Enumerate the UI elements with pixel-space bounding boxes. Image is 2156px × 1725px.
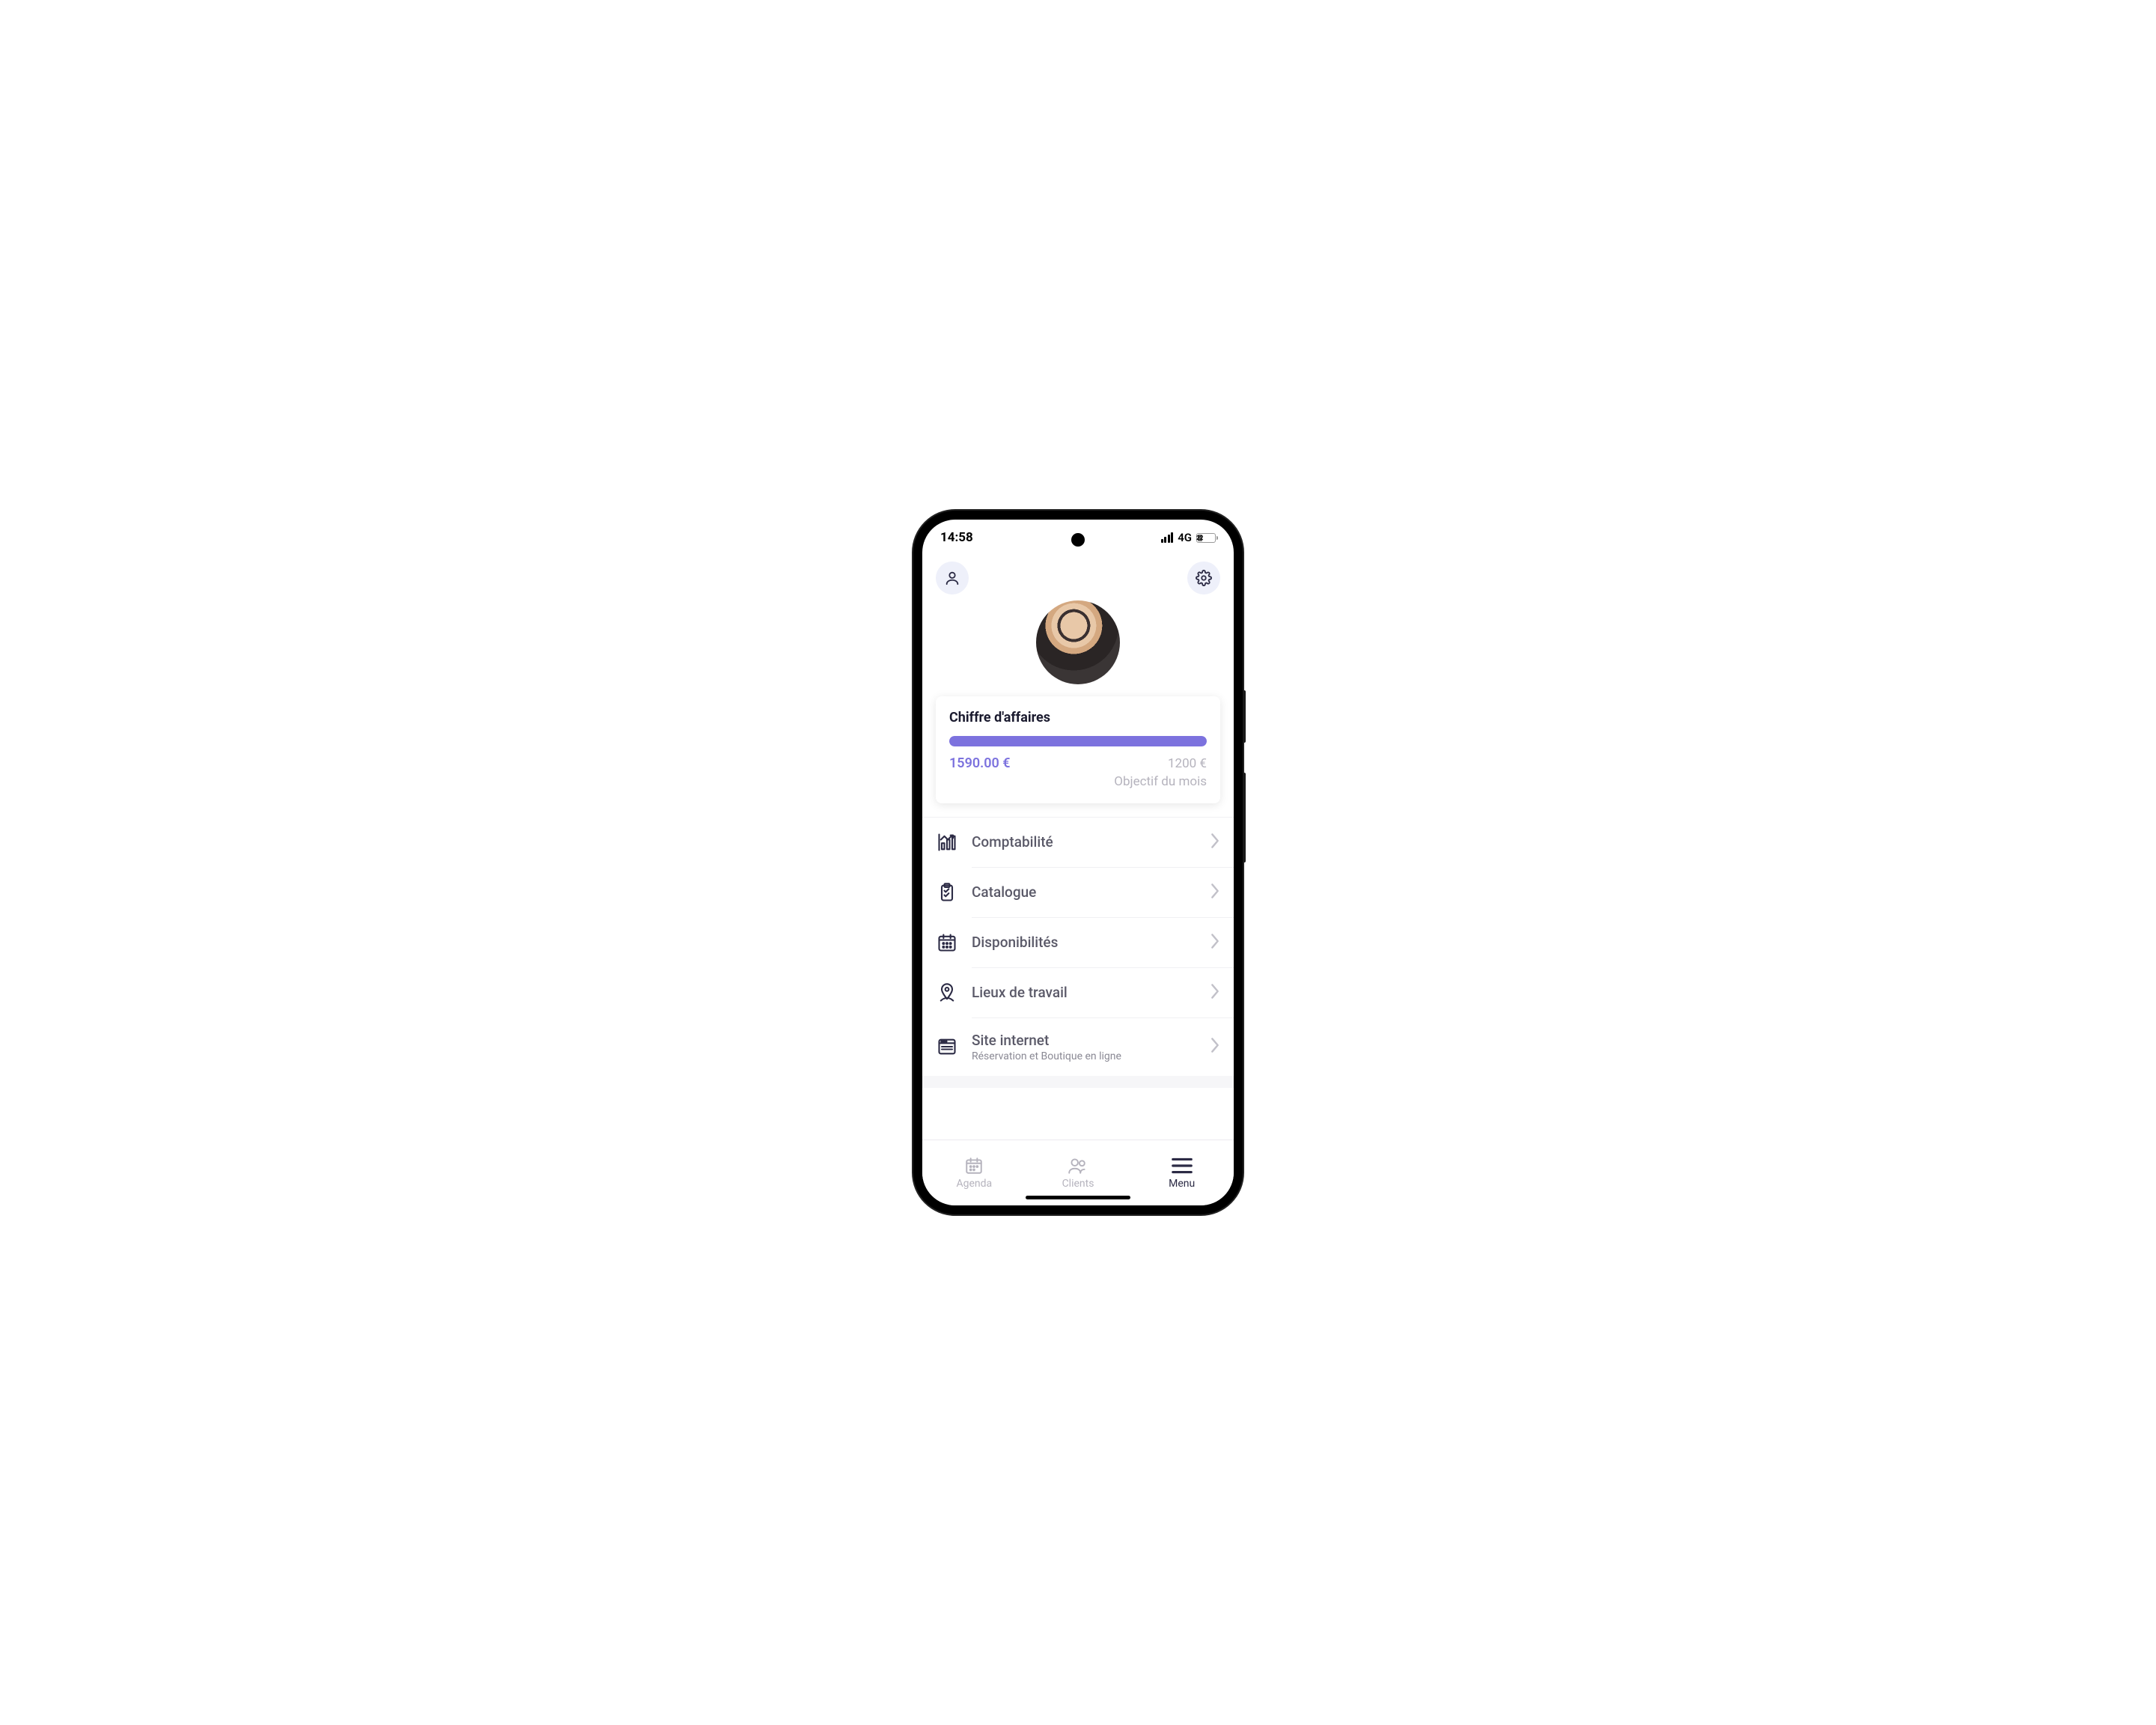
pin-icon xyxy=(936,982,958,1004)
agenda-icon xyxy=(963,1157,985,1175)
menu-text: Catalogue xyxy=(972,883,1196,901)
revenue-progress-fill xyxy=(949,736,1207,746)
menu-label: Catalogue xyxy=(972,883,1196,901)
side-button xyxy=(1243,690,1246,743)
avatar-container xyxy=(922,600,1234,684)
section-spacer xyxy=(922,1076,1234,1088)
browser-icon xyxy=(936,1035,958,1058)
side-button xyxy=(1243,773,1246,862)
revenue-values: 1590.00 € 1200 € Objectif du mois xyxy=(949,755,1207,791)
chevron-right-icon xyxy=(1210,933,1220,952)
signal-icon xyxy=(1161,532,1174,543)
menu-text: Comptabilité xyxy=(972,833,1196,851)
profile-button[interactable] xyxy=(936,562,969,594)
revenue-target: 1200 € xyxy=(1114,755,1207,773)
battery-icon: 22 xyxy=(1196,533,1216,543)
screen: 14:58 4G 22 Chiffre d'affaires xyxy=(922,520,1234,1205)
menu-label: Site internet xyxy=(972,1032,1196,1049)
clipboard-icon xyxy=(936,881,958,904)
chevron-right-icon xyxy=(1210,833,1220,852)
avatar[interactable] xyxy=(1036,600,1120,684)
revenue-card-title: Chiffre d'affaires xyxy=(949,710,1207,725)
menu-row-clipboard[interactable]: Catalogue xyxy=(922,868,1234,917)
chart-icon xyxy=(936,831,958,854)
menu-row-browser[interactable]: Site internet Réservation et Boutique en… xyxy=(922,1018,1234,1076)
header-icons xyxy=(922,556,1234,594)
menu-text: Site internet Réservation et Boutique en… xyxy=(972,1032,1196,1062)
menu-sublabel: Réservation et Boutique en ligne xyxy=(972,1050,1196,1062)
menu-row-pin[interactable]: Lieux de travail xyxy=(922,968,1234,1017)
revenue-progress-track xyxy=(949,736,1207,746)
status-time: 14:58 xyxy=(940,530,973,545)
person-icon xyxy=(944,570,960,586)
nav-label: Menu xyxy=(1169,1178,1195,1190)
chevron-right-icon xyxy=(1210,1037,1220,1056)
nav-agenda[interactable]: Agenda xyxy=(922,1140,1026,1205)
status-right: 4G 22 xyxy=(1161,531,1216,544)
menu-label: Comptabilité xyxy=(972,833,1196,851)
menu-row-chart[interactable]: Comptabilité xyxy=(922,818,1234,867)
revenue-target-label: Objectif du mois xyxy=(1114,773,1207,791)
menu-list: Comptabilité Catalogue Disponibilités Li… xyxy=(922,817,1234,1140)
settings-button[interactable] xyxy=(1187,562,1220,594)
chevron-right-icon xyxy=(1210,883,1220,902)
revenue-current: 1590.00 € xyxy=(949,755,1011,771)
menu-text: Lieux de travail xyxy=(972,984,1196,1001)
network-label: 4G xyxy=(1178,531,1192,544)
nav-label: Clients xyxy=(1062,1178,1094,1190)
chevron-right-icon xyxy=(1210,983,1220,1003)
menu-icon xyxy=(1171,1157,1193,1175)
menu-text: Disponibilités xyxy=(972,934,1196,951)
revenue-card[interactable]: Chiffre d'affaires 1590.00 € 1200 € Obje… xyxy=(936,696,1220,803)
nav-label: Agenda xyxy=(957,1178,993,1190)
menu-label: Lieux de travail xyxy=(972,984,1196,1001)
clients-icon xyxy=(1067,1157,1089,1175)
home-indicator[interactable] xyxy=(1026,1196,1130,1199)
battery-level: 22 xyxy=(1198,535,1202,541)
menu-row-calendar[interactable]: Disponibilités xyxy=(922,918,1234,967)
revenue-target-block: 1200 € Objectif du mois xyxy=(1114,755,1207,791)
camera-hole xyxy=(1071,533,1085,547)
menu-label: Disponibilités xyxy=(972,934,1196,951)
gear-icon xyxy=(1196,570,1212,586)
nav-menu[interactable]: Menu xyxy=(1130,1140,1234,1205)
phone-frame: 14:58 4G 22 Chiffre d'affaires xyxy=(913,511,1243,1214)
calendar-icon xyxy=(936,931,958,954)
